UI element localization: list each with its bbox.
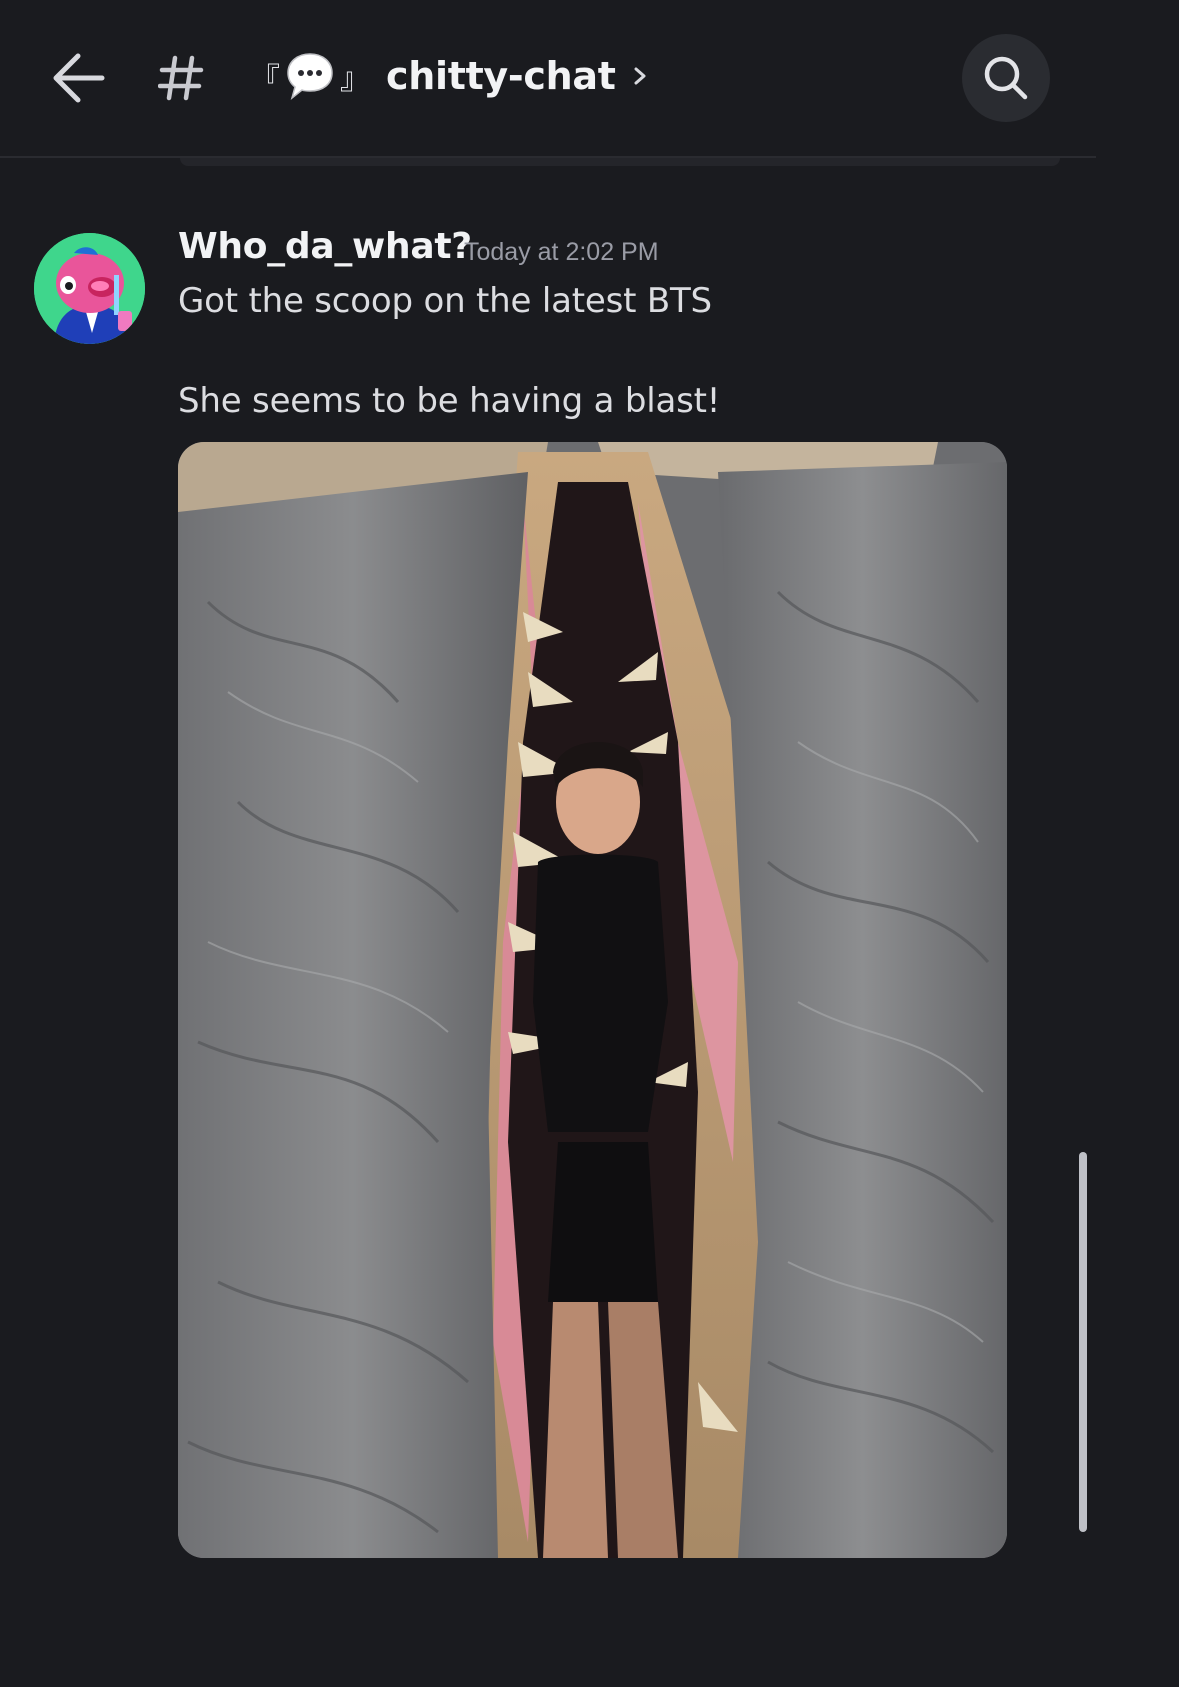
hash-icon [157,54,204,102]
avatar[interactable] [34,233,145,344]
message-timestamp: Today at 2:02 PM [464,238,659,266]
speech-bubble-icon [287,53,333,101]
arrow-left-icon [53,53,105,103]
message-text-line-1: Got the scoop on the latest BTS [178,281,712,321]
chevron-right-icon [634,67,646,85]
message-text-line-2: She seems to be having a blast! [178,381,721,421]
channel-name: chitty-chat [386,54,616,98]
search-icon [984,56,1028,100]
bracket-close: 』 [340,62,370,97]
image-attachment[interactable] [178,442,1007,1558]
channel-title[interactable]: 『 』 chitty-chat [250,46,650,106]
back-button[interactable] [48,52,108,104]
scrollbar[interactable] [1079,1152,1087,1532]
search-button[interactable] [962,34,1050,122]
channel-header: 『 』 chitty-chat [0,0,1096,158]
previous-embed-edge [180,158,1060,166]
message-author[interactable]: Who_da_what? [178,226,472,267]
bracket-open: 『 [250,62,280,97]
